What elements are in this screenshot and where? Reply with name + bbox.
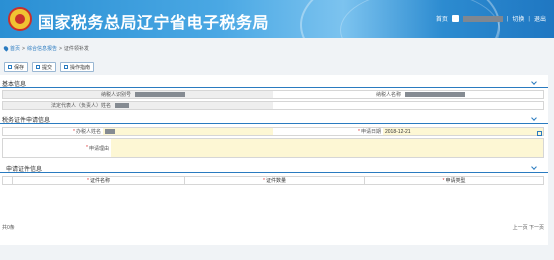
reason-label: * 申请理由 xyxy=(86,145,109,152)
total-count: 共0条 xyxy=(2,225,15,231)
logout-link[interactable]: 退出 xyxy=(534,14,546,23)
collapse-chevron-icon[interactable] xyxy=(531,164,537,170)
redacted-value xyxy=(135,92,185,97)
legal-rep-value xyxy=(113,102,273,109)
handler-name-field[interactable] xyxy=(103,128,273,135)
legal-rep-label: 法定代表人（负责人）姓名 xyxy=(3,102,113,109)
collapse-chevron-icon[interactable] xyxy=(531,79,537,85)
redacted-value xyxy=(405,92,465,97)
apply-row-1: * 办税人姓名 * 申请日期 2018-12-21 xyxy=(2,127,544,136)
submit-icon xyxy=(36,65,41,69)
submit-label: 提交 xyxy=(42,64,53,71)
form-panel: 基本信息 纳税人识别号 纳税人名称 法定代表人（负责人）姓名 税务证件申请信息 … xyxy=(0,75,548,245)
pager: 上一页 下一页 xyxy=(513,224,544,231)
top-links: 首页 | 切换 | 退出 xyxy=(436,14,546,23)
section-divider xyxy=(0,172,548,173)
location-icon xyxy=(2,45,10,52)
empty-cell xyxy=(273,102,543,109)
breadcrumb-separator: > xyxy=(58,45,62,52)
section-divider xyxy=(0,123,548,124)
column-header: * 申请类型 xyxy=(442,177,466,185)
redacted-value xyxy=(115,103,129,108)
collapse-chevron-icon[interactable] xyxy=(531,115,537,121)
next-page-link[interactable]: 下一页 xyxy=(529,225,544,231)
home-link[interactable]: 首页 xyxy=(436,14,448,23)
basic-row-1: 纳税人识别号 纳税人名称 xyxy=(2,90,544,99)
operation-guide-label: 操作指南 xyxy=(70,64,91,71)
username-redacted xyxy=(462,15,503,22)
redacted-value xyxy=(105,129,115,134)
breadcrumb-separator: > xyxy=(22,45,25,52)
taxpayer-name-value xyxy=(403,91,543,98)
guide-icon xyxy=(64,65,69,69)
toolbar: 保存 提交 操作指南 xyxy=(4,62,95,72)
site-header: 国家税务总局辽宁省电子税务局 首页 | 切换 | 退出 xyxy=(0,0,554,38)
pagination-bar: 共0条 上一页 下一页 xyxy=(2,224,544,231)
prev-page-link[interactable]: 上一页 xyxy=(513,225,528,231)
row-select-header[interactable] xyxy=(3,177,13,184)
breadcrumb-level1[interactable]: 综合信息报告 xyxy=(27,45,57,52)
basic-row-2: 法定代表人（负责人）姓名 xyxy=(2,101,544,110)
site-title: 国家税务总局辽宁省电子税务局 xyxy=(38,15,270,32)
divider: | xyxy=(528,15,530,22)
handler-name-label: * 办税人姓名 xyxy=(73,128,101,136)
save-icon xyxy=(8,65,12,69)
apply-row-2: * 申请理由 xyxy=(2,138,544,158)
section-divider xyxy=(0,87,548,88)
taxpayer-id-label: 纳税人识别号 xyxy=(3,91,133,98)
tax-emblem-logo xyxy=(8,7,32,31)
breadcrumb-current: 证件领补发 xyxy=(63,46,89,52)
cert-table-header: * 证件名称 * 证件数量 * 申请类型 xyxy=(2,176,544,185)
breadcrumb: 首页 > 综合信息报告 > 证件领补发 xyxy=(2,45,89,52)
column-header: * 证件名称 xyxy=(13,177,185,184)
switch-link[interactable]: 切换 xyxy=(512,14,524,23)
reason-textarea[interactable] xyxy=(111,139,543,157)
submit-button[interactable]: 提交 xyxy=(32,62,57,72)
apply-date-label: * 申请日期 xyxy=(358,128,381,136)
operation-guide-button[interactable]: 操作指南 xyxy=(60,62,95,72)
calendar-icon[interactable] xyxy=(537,131,542,136)
save-button[interactable]: 保存 xyxy=(4,62,29,72)
divider: | xyxy=(506,15,509,22)
taxpayer-name-label: 纳税人名称 xyxy=(375,92,401,98)
taxpayer-id-value xyxy=(133,91,273,98)
save-label: 保存 xyxy=(14,64,25,71)
breadcrumb-home[interactable]: 首页 xyxy=(10,45,20,52)
apply-date-field[interactable]: 2018-12-21 xyxy=(383,128,543,135)
column-header: * 证件数量 xyxy=(185,177,365,184)
user-icon xyxy=(451,15,459,22)
